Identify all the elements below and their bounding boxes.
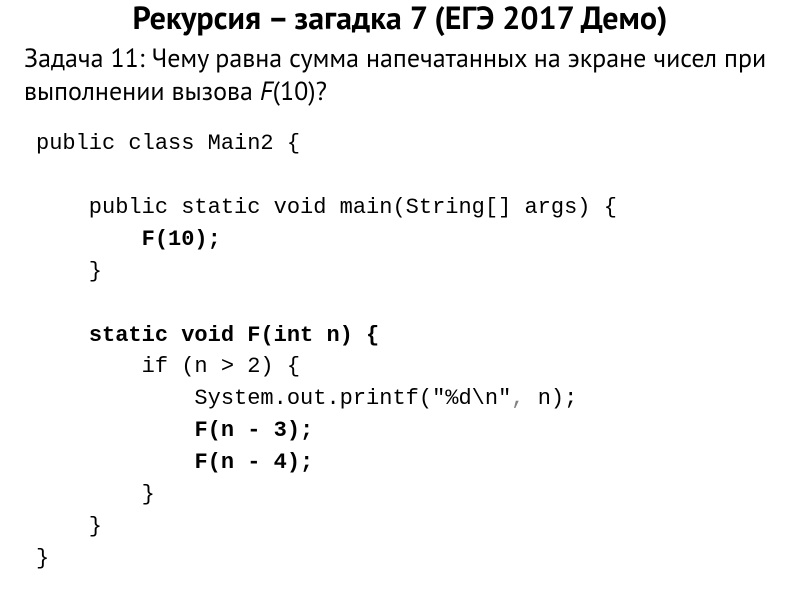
page-title: Рекурсия – загадка 7 (ЕГЭ 2017 Демо) <box>24 0 776 35</box>
code-line-9-grey: , <box>511 386 537 411</box>
code-line-5: } <box>36 259 102 284</box>
problem-text: Задача 11: Чему равна сумма напечатанных… <box>24 43 776 108</box>
code-line-3: public static void main(String[] args) { <box>36 195 617 220</box>
code-line-7-indent <box>36 323 89 348</box>
code-block: public class Main2 { public static void … <box>24 128 776 574</box>
code-line-11-call: F(n - 4); <box>194 450 313 475</box>
code-line-9-tail: n); <box>538 386 578 411</box>
code-line-9: System.out.printf("%d\n" <box>36 386 511 411</box>
code-line-11-indent <box>36 450 194 475</box>
code-line-4-call: F(10); <box>142 227 221 252</box>
code-line-14: } <box>36 546 49 571</box>
code-line-7-sig: static void F(int n) { <box>89 323 379 348</box>
code-line-10-call: F(n - 3); <box>194 418 313 443</box>
slide: Рекурсия – загадка 7 (ЕГЭ 2017 Демо) Зад… <box>0 0 800 575</box>
problem-prefix: Задача 11: Чему равна сумма напечатанных… <box>24 42 766 108</box>
code-line-1: public class Main2 { <box>36 131 300 156</box>
code-line-4-indent <box>36 227 142 252</box>
code-line-13: } <box>36 514 102 539</box>
code-line-8: if (n > 2) { <box>36 354 300 379</box>
problem-fn: F <box>260 75 273 108</box>
problem-suffix: (10)? <box>273 75 327 108</box>
code-line-12: } <box>36 482 155 507</box>
code-line-10-indent <box>36 418 194 443</box>
